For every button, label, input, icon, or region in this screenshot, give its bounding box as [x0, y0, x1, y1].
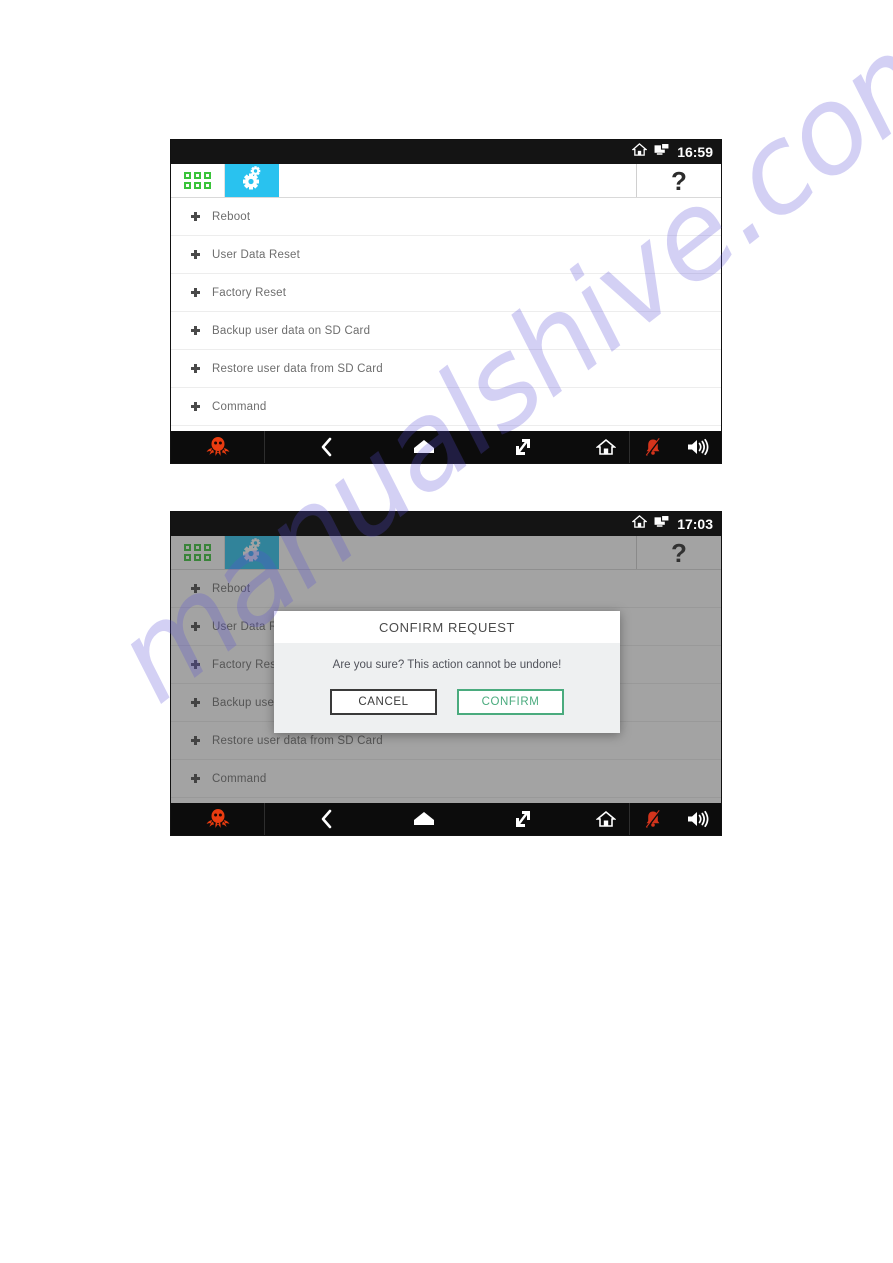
home-icon: [631, 142, 648, 162]
apps-grid-icon: [184, 172, 211, 189]
recent-apps-icon[interactable]: [499, 803, 545, 835]
menu-item-restore-user-data[interactable]: Restore user data from SD Card: [171, 350, 721, 388]
status-bar-time: 17:03: [677, 516, 713, 532]
nav-bar-2: [171, 803, 721, 835]
status-bar-2: 17:03: [171, 512, 721, 536]
menu-item-reboot[interactable]: Reboot: [171, 198, 721, 236]
device-screenshot-1: 16:59 ? Reboot User Data Reset Factory R…: [170, 139, 722, 464]
header-spacer: [279, 164, 637, 197]
alarm-muted-icon[interactable]: [629, 431, 675, 463]
bullet-icon: [191, 288, 200, 297]
confirm-request-dialog: CONFIRM REQUEST Are you sure? This actio…: [274, 611, 620, 733]
home-house-icon[interactable]: [583, 803, 629, 835]
screen-share-icon: [654, 514, 670, 534]
nav-bar-1: [171, 431, 721, 463]
help-button[interactable]: ?: [637, 164, 721, 197]
octopus-logo[interactable]: [171, 803, 265, 835]
dialog-actions: CANCEL CONFIRM: [274, 675, 620, 733]
menu-item-user-data-reset[interactable]: User Data Reset: [171, 236, 721, 274]
gears-icon: [238, 165, 266, 196]
home-icon: [631, 514, 648, 534]
status-bar-1: 16:59: [171, 140, 721, 164]
recent-apps-icon[interactable]: [499, 431, 545, 463]
volume-icon[interactable]: [675, 431, 721, 463]
back-icon[interactable]: [303, 803, 349, 835]
nav-center-buttons: [265, 803, 583, 835]
app-header-1: ?: [171, 164, 721, 198]
menu-item-factory-reset[interactable]: Factory Reset: [171, 274, 721, 312]
home-pentagon-icon[interactable]: [401, 803, 447, 835]
tab-apps[interactable]: [171, 164, 225, 197]
menu-item-label: Factory Reset: [212, 286, 287, 299]
confirm-button[interactable]: CONFIRM: [457, 689, 564, 715]
screen-share-icon: [654, 142, 670, 162]
menu-item-command[interactable]: Command: [171, 388, 721, 426]
menu-item-label: Restore user data from SD Card: [212, 362, 383, 375]
home-house-icon[interactable]: [583, 431, 629, 463]
bullet-icon: [191, 364, 200, 373]
back-icon[interactable]: [303, 431, 349, 463]
alarm-muted-icon[interactable]: [629, 803, 675, 835]
nav-right-buttons: [583, 431, 721, 463]
bullet-icon: [191, 212, 200, 221]
menu-item-label: User Data Reset: [212, 248, 301, 261]
document-page: manualshive.com 16:59 ? Reboot User Data…: [0, 0, 893, 1263]
nav-right-buttons: [583, 803, 721, 835]
menu-item-label: Reboot: [212, 210, 251, 223]
settings-menu-1: Reboot User Data Reset Factory Reset Bac…: [171, 198, 721, 426]
octopus-logo[interactable]: [171, 431, 265, 463]
dialog-message: Are you sure? This action cannot be undo…: [332, 659, 562, 671]
question-mark-icon: ?: [671, 165, 687, 196]
status-bar-time: 16:59: [677, 144, 713, 160]
bullet-icon: [191, 326, 200, 335]
device-screenshot-2: 17:03 ? Reboot User Data Reset Factory R…: [170, 511, 722, 836]
dialog-title: CONFIRM REQUEST: [274, 611, 620, 643]
home-pentagon-icon[interactable]: [401, 431, 447, 463]
bullet-icon: [191, 250, 200, 259]
tab-settings[interactable]: [225, 164, 279, 197]
nav-center-buttons: [265, 431, 583, 463]
volume-icon[interactable]: [675, 803, 721, 835]
menu-item-backup-user-data[interactable]: Backup user data on SD Card: [171, 312, 721, 350]
bullet-icon: [191, 402, 200, 411]
cancel-button[interactable]: CANCEL: [330, 689, 437, 715]
menu-item-label: Backup user data on SD Card: [212, 324, 371, 337]
menu-item-label: Command: [212, 400, 267, 413]
